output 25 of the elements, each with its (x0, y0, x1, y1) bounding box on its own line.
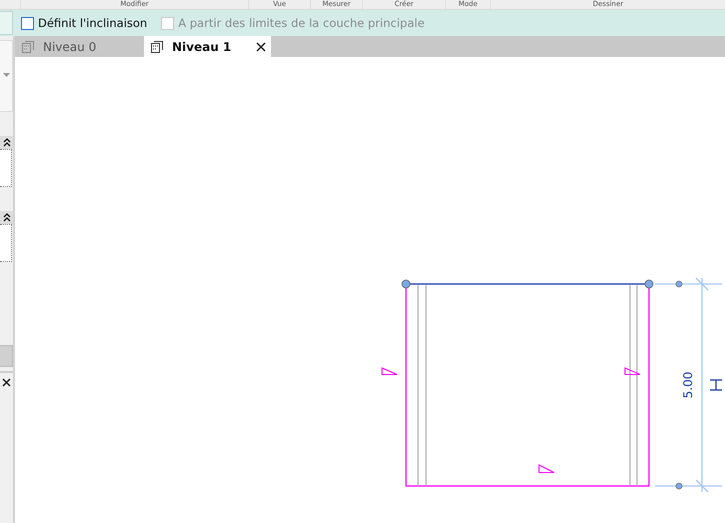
property-field[interactable] (0, 224, 12, 262)
collapse-chevron-icon (3, 138, 11, 147)
collapse-section-header[interactable] (0, 211, 13, 224)
slope-arrow-icon[interactable] (382, 367, 398, 375)
lock-dimension-icon[interactable] (709, 379, 723, 391)
dropdown-arrow-icon (3, 73, 10, 77)
dimension-value[interactable]: 5.00 (681, 372, 695, 398)
slope-arrow-icon[interactable] (624, 367, 640, 375)
checkbox-label: Définit l'inclinaison (38, 16, 148, 30)
grip-handle[interactable] (402, 280, 410, 288)
close-icon[interactable] (2, 378, 11, 386)
floor-plan-icon (21, 40, 35, 54)
property-field[interactable] (0, 149, 12, 187)
grip-handle[interactable] (644, 280, 654, 288)
collapse-chevron-icon (3, 213, 11, 222)
checkbox[interactable] (21, 16, 34, 30)
slope-arrow-icon[interactable] (538, 464, 554, 473)
floor-plan-icon (150, 40, 164, 54)
grip-handle[interactable] (676, 482, 682, 490)
collapse-section-header[interactable] (0, 136, 13, 149)
grip-handle[interactable] (676, 280, 682, 288)
view-tab[interactable]: Niveau 1 (144, 36, 271, 57)
view-tab[interactable]: Niveau 0 (15, 36, 144, 57)
close-icon[interactable] (256, 42, 266, 52)
checkbox-label: A partir des limites de la couche principale (178, 16, 425, 30)
